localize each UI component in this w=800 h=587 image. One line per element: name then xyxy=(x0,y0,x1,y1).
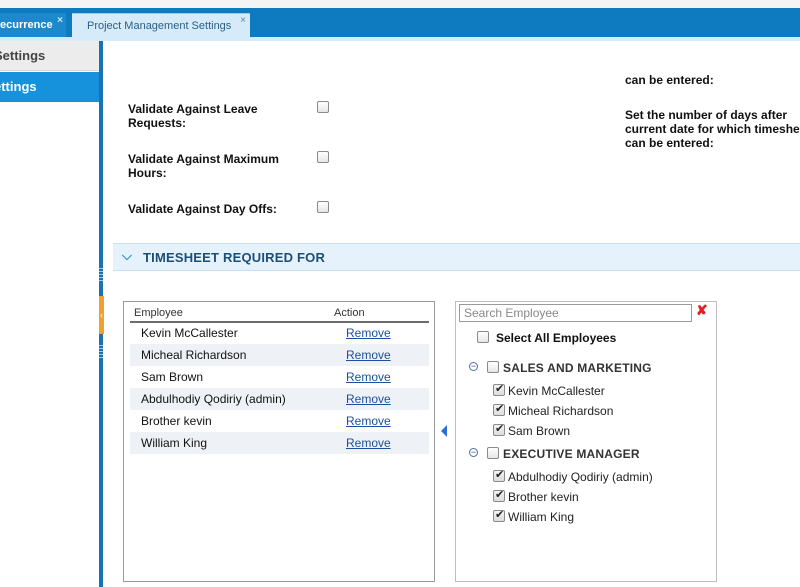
tab-underline xyxy=(0,37,800,41)
sidebar-item-active-settings[interactable]: ettings xyxy=(0,72,99,102)
top-strip xyxy=(0,0,800,8)
group-label: SALES AND MARKETING xyxy=(503,361,652,375)
member-checkbox[interactable] xyxy=(493,402,505,416)
validate-day-offs-label: Validate Against Day Offs: xyxy=(128,202,277,216)
member-checkbox[interactable] xyxy=(493,468,505,482)
clear-search-icon[interactable]: ✘ xyxy=(696,302,708,319)
sidebar-item-settings[interactable]: Settings xyxy=(0,41,99,71)
employee-name: Sam Brown xyxy=(141,370,204,384)
group-label: EXECUTIVE MANAGER xyxy=(503,447,640,461)
close-icon[interactable]: × xyxy=(57,9,63,33)
tab-label: ecurrence xyxy=(0,19,53,31)
employee-name: Abdulhodiy Qodiriy (admin) xyxy=(141,392,286,406)
table-row: Kevin McCallester Remove xyxy=(130,322,429,344)
collapse-handle-icon[interactable]: ‹ xyxy=(99,296,104,334)
sidebar-item-label: Settings xyxy=(0,48,46,63)
chevron-down-icon[interactable]: ⌵ xyxy=(122,248,132,264)
validate-day-offs-checkbox[interactable] xyxy=(317,201,329,213)
table-header: Employee Action xyxy=(130,305,429,323)
tab-recurrence[interactable]: ecurrence × xyxy=(0,13,66,37)
group-checkbox-executive-manager[interactable] xyxy=(487,447,499,459)
table-row: Micheal Richardson Remove xyxy=(130,344,429,366)
remove-link[interactable]: Remove xyxy=(346,326,391,340)
member-label: Abdulhodiy Qodiriy (admin) xyxy=(508,470,653,484)
employee-name: Kevin McCallester xyxy=(141,326,238,340)
validate-max-hours-checkbox[interactable] xyxy=(317,151,329,163)
column-header-action: Action xyxy=(334,307,365,319)
remove-link[interactable]: Remove xyxy=(346,392,391,406)
employee-table: Employee Action Kevin McCallester Remove… xyxy=(123,301,435,582)
table-row: Abdulhodiy Qodiriy (admin) Remove xyxy=(130,388,429,410)
table-row: Sam Brown Remove xyxy=(130,366,429,388)
member-label: Micheal Richardson xyxy=(508,404,614,418)
remove-link[interactable]: Remove xyxy=(346,348,391,362)
member-label: Sam Brown xyxy=(508,424,571,438)
member-checkbox[interactable] xyxy=(493,508,505,522)
splitter-grip-icon xyxy=(99,268,103,282)
tab-label: Project Management Settings xyxy=(87,20,232,32)
validate-leave-label: Validate Against Leave Requests: xyxy=(128,102,258,130)
validate-leave-checkbox[interactable] xyxy=(317,101,329,113)
member-label: Brother kevin xyxy=(508,490,579,504)
member-label: William King xyxy=(508,510,575,524)
tab-bar: ecurrence × Project Management Settings … xyxy=(0,8,800,37)
sidebar: Settings ettings xyxy=(0,41,99,587)
remove-link[interactable]: Remove xyxy=(346,436,391,450)
move-left-arrow-icon[interactable] xyxy=(441,425,447,437)
sidebar-item-label: ettings xyxy=(0,79,37,94)
member-label: Kevin McCallester xyxy=(508,384,605,398)
remove-link[interactable]: Remove xyxy=(346,370,391,384)
member-checkbox[interactable] xyxy=(493,382,505,396)
member-checkbox[interactable] xyxy=(493,488,505,502)
remove-link[interactable]: Remove xyxy=(346,414,391,428)
section-title: TIMESHEET REQUIRED FOR xyxy=(143,250,326,265)
settings-note-line: can be entered: xyxy=(625,136,714,150)
tab-project-management-settings[interactable]: Project Management Settings × xyxy=(72,13,250,37)
select-all-checkbox[interactable] xyxy=(477,331,489,343)
employee-name: William King xyxy=(141,436,208,450)
employee-name: Micheal Richardson xyxy=(141,348,247,362)
settings-note-line: current date for which timeshee xyxy=(625,122,800,136)
section-header-timesheet-required[interactable]: ⌵ TIMESHEET REQUIRED FOR xyxy=(113,243,800,271)
search-employee-input[interactable] xyxy=(459,304,692,322)
employee-name: Brother kevin xyxy=(141,414,212,428)
table-row: Brother kevin Remove xyxy=(130,410,429,432)
settings-note-top: can be entered: xyxy=(625,73,714,87)
splitter-grip-icon xyxy=(99,345,103,359)
collapse-group-icon[interactable]: − xyxy=(469,448,478,457)
settings-note-line: Set the number of days after xyxy=(625,108,788,122)
select-all-label: Select All Employees xyxy=(496,331,617,345)
group-checkbox-sales-marketing[interactable] xyxy=(487,361,499,373)
validate-max-hours-label: Validate Against Maximum Hours: xyxy=(128,152,279,180)
collapse-group-icon[interactable]: − xyxy=(469,362,478,371)
column-header-employee: Employee xyxy=(134,307,183,319)
table-row: William King Remove xyxy=(130,432,429,454)
member-checkbox[interactable] xyxy=(493,422,505,436)
close-icon[interactable]: × xyxy=(240,9,246,33)
